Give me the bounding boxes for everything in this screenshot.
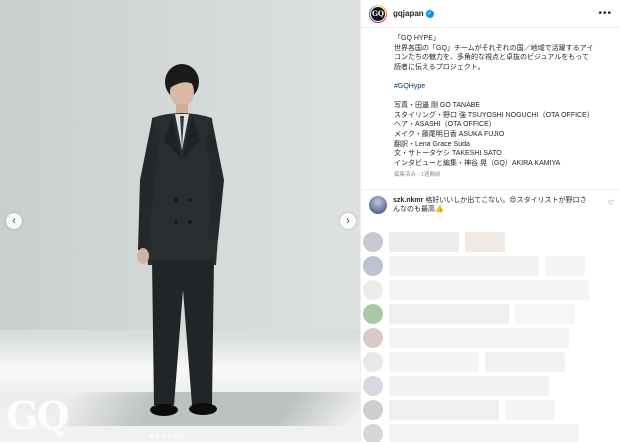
obscured-row: [361, 278, 620, 302]
post-header: GQ gqjapan ✓ •••: [361, 0, 620, 28]
chevron-right-icon: ›: [346, 214, 350, 227]
carousel-next-button[interactable]: ›: [340, 213, 356, 229]
caption-line: 「GQ HYPE」: [394, 35, 440, 42]
obscured-block: [389, 400, 499, 420]
comment-text: 格好いいしか出てこない。😍スタイリストが野口さ: [425, 196, 587, 204]
avatar-logo-text: GQ: [370, 5, 386, 22]
obscured-block: [389, 352, 479, 372]
obscured-row: [361, 398, 620, 422]
commenter-username[interactable]: szk.nkmr: [393, 197, 423, 204]
carousel-dot: [156, 434, 159, 437]
obscured-row: [361, 350, 620, 374]
obscured-row: [361, 326, 620, 350]
brand-watermark: GQ: [6, 393, 70, 438]
obscured-avatar: [363, 256, 383, 276]
verified-badge-icon: ✓: [425, 9, 434, 18]
obscured-block: [389, 328, 569, 348]
account-username[interactable]: gqjapan: [393, 9, 424, 18]
obscured-avatar: [363, 304, 383, 324]
obscured-avatar: [363, 352, 383, 372]
obscured-block: [505, 400, 555, 420]
obscured-block: [485, 352, 565, 372]
obscured-avatar: [363, 424, 383, 442]
obscured-avatar: [363, 376, 383, 396]
carousel-dot: [150, 434, 153, 437]
obscured-block: [389, 304, 509, 324]
like-comment-icon[interactable]: ♡: [608, 199, 614, 207]
obscured-block: [515, 304, 575, 324]
obscured-avatar: [363, 280, 383, 300]
carousel-dot: [174, 434, 177, 437]
carousel-dot: [168, 434, 171, 437]
comment-text: んなのも最高👍: [393, 206, 444, 214]
obscured-avatar: [363, 400, 383, 420]
credit-line: スタイリング・野口 強 TSUYOSHI NOGUCHI（OTA OFFICE）: [394, 111, 594, 119]
carousel-dots: [150, 434, 183, 437]
obscured-block: [389, 280, 589, 300]
caption-line: 世界各国の「GQ」チームがそれぞれの国／地域で活躍するアイ: [394, 44, 594, 52]
credit-line: 文・サトータケシ TAKESHI SATO: [394, 150, 502, 158]
commenter-avatar[interactable]: [369, 195, 387, 214]
obscured-block: [389, 376, 549, 396]
obscured-block: [545, 256, 585, 276]
obscured-avatar: [363, 328, 383, 348]
obscured-block: [389, 424, 579, 442]
comment-item: szk.nkmr 格好いいしか出てこない。😍スタイリストが野口さ んなのも最高👍…: [361, 190, 620, 215]
carousel-prev-button[interactable]: ‹: [6, 213, 22, 229]
obscured-comments: [361, 230, 620, 442]
carousel-dot: [180, 434, 183, 437]
carousel-dot: [162, 434, 165, 437]
post-side-panel: GQ gqjapan ✓ ••• 「GQ HYPE」 世界各国の「GQ」チームが…: [360, 0, 620, 442]
credit-line: メイク・藤尾明日香 ASUKA FUJIO: [394, 130, 505, 138]
obscured-block: [465, 232, 505, 252]
more-options-icon[interactable]: •••: [598, 8, 612, 19]
obscured-row: [361, 374, 620, 398]
obscured-row: [361, 230, 620, 254]
credit-line: インタビューと編集・神谷 晃（GQ）AKIRA KAMIYA: [394, 159, 561, 167]
post-meta: 編集済み · 1週間前: [394, 172, 441, 179]
caption-line: 読者に伝えるプロジェクト。: [394, 63, 485, 71]
credit-line: 写真・田邊 剛 GO TANABE: [394, 102, 481, 110]
account-avatar[interactable]: GQ: [369, 4, 387, 23]
hashtag-link[interactable]: #GQHype: [394, 82, 608, 92]
obscured-block: [389, 232, 459, 252]
model-figure: [137, 64, 224, 416]
post-caption: 「GQ HYPE」 世界各国の「GQ」チームがそれぞれの国／地域で活躍するアイ …: [361, 28, 620, 181]
obscured-row: [361, 302, 620, 326]
chevron-left-icon: ‹: [12, 214, 16, 227]
credit-line: ヘア・ASASHI（OTA OFFICE）: [394, 121, 496, 129]
post-image[interactable]: GQ ‹ ›: [0, 0, 360, 442]
comment-body: szk.nkmr 格好いいしか出てこない。😍スタイリストが野口さ んなのも最高👍: [393, 196, 593, 215]
obscured-block: [389, 256, 539, 276]
obscured-avatar: [363, 232, 383, 252]
credit-line: 翻訳・Lena Grace Suda: [394, 140, 470, 148]
obscured-row: [361, 422, 620, 442]
obscured-row: [361, 254, 620, 278]
caption-line: コンたちの魅力を、多角的な視点と卓抜のビジュアルをもって: [394, 54, 589, 62]
